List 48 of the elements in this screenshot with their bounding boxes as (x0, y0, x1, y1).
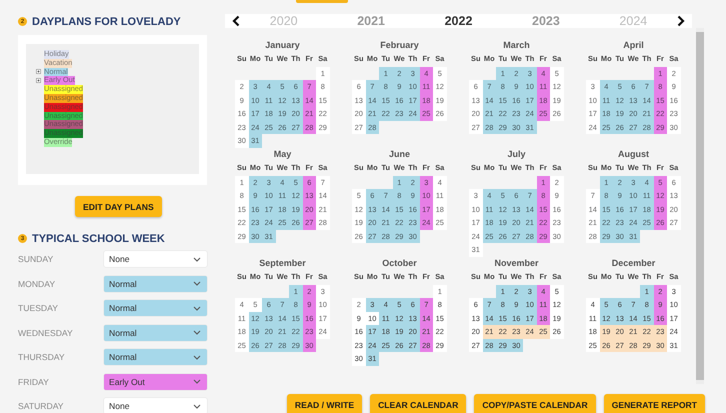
action-button[interactable]: COPY/PASTE CALENDAR (474, 394, 596, 413)
month-title: December (610, 257, 656, 269)
month-title: November (493, 257, 540, 269)
section-title: TYPICAL SCHOOL WEEK (32, 232, 165, 244)
month-title: February (379, 39, 420, 51)
chevron-down-icon (193, 404, 201, 409)
month-title: April (622, 39, 645, 51)
month-title: July (506, 148, 526, 160)
plan-dropdown[interactable]: Normal (104, 349, 207, 366)
weekday-label: SATURDAY (18, 401, 65, 412)
month-title: June (388, 148, 411, 160)
chevron-right-icon[interactable] (677, 15, 686, 27)
plan-dropdown[interactable]: Early Out (104, 374, 207, 390)
weekday-label: WEDNESDAY (18, 328, 74, 338)
year-tab[interactable]: 2023 (502, 14, 590, 28)
year-tab[interactable]: 2022 (414, 14, 502, 28)
expand-icon[interactable] (36, 78, 41, 83)
month-title: January (264, 39, 301, 51)
month-title: March (502, 39, 531, 51)
chevron-down-icon (193, 330, 201, 336)
weekday-label: MONDAY (18, 278, 56, 289)
weekday-label: THURSDAY (18, 352, 66, 362)
year-tab[interactable]: 2021 (327, 14, 415, 28)
chevron-down-icon (193, 354, 201, 360)
month-title: August (617, 148, 650, 160)
action-button[interactable]: READ / WRITE (286, 394, 362, 413)
plan-dropdown[interactable]: None (104, 398, 207, 413)
plan-dropdown[interactable]: None (104, 251, 207, 268)
weekday-label: FRIDAY (18, 376, 50, 387)
chevron-down-icon (193, 379, 201, 384)
weekday-label: SUNDAY (18, 254, 54, 264)
edit-day-plans-button[interactable]: EDIT DAY PLANS (75, 196, 162, 217)
expand-icon[interactable] (36, 68, 41, 74)
tab-indicator (296, 0, 348, 3)
section-title: DAYPLANS FOR LOVELADY (32, 16, 181, 28)
weekday-label: TUESDAY (18, 303, 59, 314)
chevron-down-icon (193, 256, 201, 262)
plan-dropdown[interactable]: Normal (104, 276, 207, 292)
chevron-down-icon (193, 306, 201, 311)
plan-dropdown[interactable]: Normal (104, 324, 207, 341)
month-title: May (272, 148, 292, 160)
chevron-left-icon[interactable] (232, 15, 240, 27)
month-title: September (258, 257, 307, 269)
chevron-down-icon (193, 281, 201, 286)
action-button[interactable]: GENERATE REPORT (604, 394, 705, 413)
action-button[interactable]: CLEAR CALENDAR (370, 394, 466, 413)
plan-dropdown[interactable]: Normal (104, 300, 207, 316)
month-title: October (381, 257, 418, 269)
